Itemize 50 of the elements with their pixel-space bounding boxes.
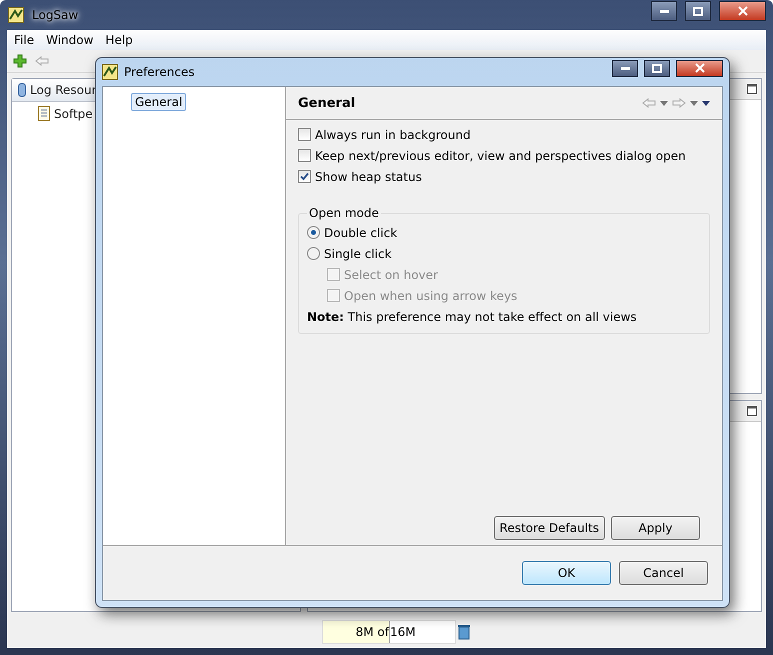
minimize-button[interactable] xyxy=(651,1,677,21)
checkbox[interactable] xyxy=(298,128,311,141)
maximize-button[interactable] xyxy=(644,60,670,76)
trash-icon[interactable] xyxy=(458,624,470,640)
page-title: General xyxy=(298,96,356,110)
close-button[interactable] xyxy=(719,1,766,21)
ok-button[interactable]: OK xyxy=(522,561,611,585)
app-logo-icon xyxy=(8,7,24,23)
tree-item[interactable]: Softpe xyxy=(54,106,93,120)
heap-used-label: 8M of xyxy=(354,624,389,641)
cancel-button[interactable]: Cancel xyxy=(619,561,708,585)
menu-item[interactable]: File xyxy=(9,32,40,48)
option-label: Show heap status xyxy=(315,170,422,184)
document-icon xyxy=(38,106,50,121)
maximize-view-icon[interactable] xyxy=(747,406,757,416)
radio-button[interactable] xyxy=(307,247,320,260)
maximize-icon xyxy=(693,6,703,16)
maximize-view-icon[interactable] xyxy=(747,84,757,94)
view-tab[interactable]: Log Resour xyxy=(30,83,97,97)
close-icon xyxy=(738,6,748,16)
note-text: Note: This preference may not take effect on all views xyxy=(307,308,638,326)
radio-label: Double click xyxy=(324,226,398,240)
option-label: Keep next/previous editor, view and perspectives dialog open xyxy=(315,148,686,162)
option-label: Always run in background xyxy=(315,128,471,142)
menu-item[interactable]: Window xyxy=(41,32,98,48)
checkbox[interactable] xyxy=(298,170,311,183)
radio-label: Single click xyxy=(324,246,392,260)
dialog-title: Preferences xyxy=(124,65,195,79)
heap-status[interactable]: 8M of16M xyxy=(322,620,456,644)
menu-item[interactable]: Help xyxy=(100,32,138,48)
maximize-icon xyxy=(652,64,662,72)
group-title: Open mode xyxy=(307,206,381,220)
minimize-icon xyxy=(620,66,630,70)
restore-defaults-button[interactable]: Restore Defaults xyxy=(494,516,605,540)
checkbox[interactable] xyxy=(298,149,311,162)
apply-button[interactable]: Apply xyxy=(611,516,700,540)
heap-total-label: 16M xyxy=(390,624,416,641)
minimize-button[interactable] xyxy=(612,60,638,76)
radio-button[interactable] xyxy=(307,226,320,239)
app-logo-icon xyxy=(102,64,118,80)
minimize-icon xyxy=(660,10,668,12)
option-label: Select on hover xyxy=(344,268,438,282)
plus-icon[interactable] xyxy=(13,54,27,68)
maximize-button[interactable] xyxy=(685,1,711,21)
nav-item[interactable]: General xyxy=(131,93,186,111)
option-label: Open when using arrow keys xyxy=(344,288,518,302)
close-icon xyxy=(694,63,704,73)
close-button[interactable] xyxy=(676,60,723,76)
database-icon xyxy=(18,83,26,97)
window-title: LogSaw xyxy=(32,8,78,22)
